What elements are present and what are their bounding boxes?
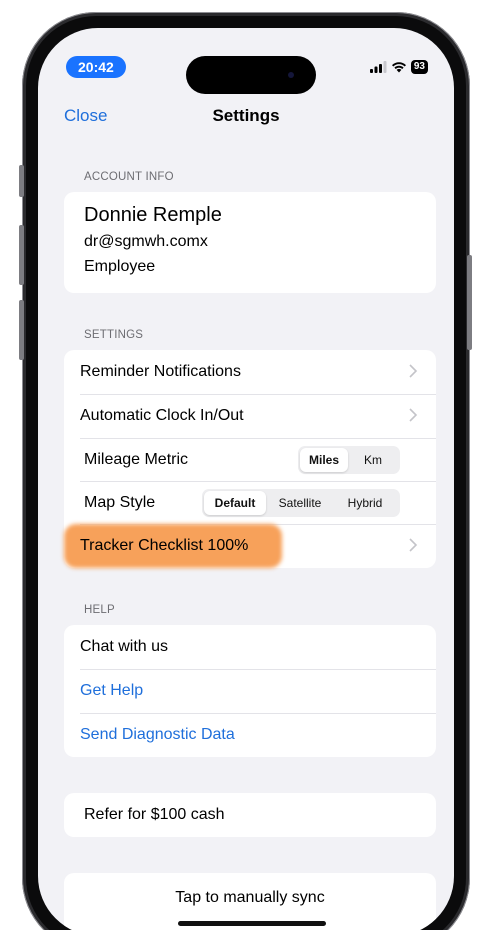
home-indicator [178, 921, 326, 926]
tracker-checklist-label: Tracker Checklist 100% [80, 537, 249, 554]
account-email: dr@sgmwh.comx [84, 233, 208, 250]
map-style-row: Map Style Default Satellite Hybrid [64, 481, 436, 525]
map-style-segmented-control: Default Satellite Hybrid [202, 489, 400, 517]
power-button [467, 255, 472, 350]
refer-label: Refer for $100 cash [84, 806, 225, 823]
manual-sync-button[interactable]: Tap to manually sync [64, 889, 436, 907]
account-role: Employee [84, 258, 156, 275]
action-button [19, 165, 24, 197]
automatic-clock-row[interactable]: Automatic Clock In/Out [64, 394, 436, 438]
mileage-option-miles[interactable]: Miles [300, 448, 348, 472]
volume-down-button [19, 300, 24, 360]
reminder-notifications-row[interactable]: Reminder Notifications [64, 350, 436, 394]
chat-with-us-label: Chat with us [80, 638, 169, 655]
map-style-option-default[interactable]: Default [204, 491, 266, 515]
help-card: Chat with us Get Help Send Diagnostic Da… [64, 625, 436, 757]
reminder-notifications-label: Reminder Notifications [80, 363, 241, 380]
chevron-right-icon [409, 408, 418, 422]
wifi-icon [391, 62, 406, 73]
get-help-row[interactable]: Get Help [64, 669, 436, 713]
mileage-segmented-control: Miles Km [298, 446, 400, 474]
map-style-option-satellite[interactable]: Satellite [266, 491, 334, 515]
tracker-checklist-row[interactable]: Tracker Checklist 100% [64, 524, 436, 568]
account-name: Donnie Remple [84, 204, 222, 226]
battery-icon: 93 [410, 60, 428, 74]
refer-row[interactable]: Refer for $100 cash [64, 793, 436, 837]
close-button[interactable]: Close [64, 106, 107, 126]
phone-screen: 20:42 93 Settings Close ACCOUNT INFO Don… [38, 28, 454, 930]
camera-dot [288, 72, 294, 78]
chevron-right-icon [409, 538, 418, 552]
mileage-option-km[interactable]: Km [348, 448, 398, 472]
get-help-link[interactable]: Get Help [80, 682, 143, 700]
send-diagnostic-link[interactable]: Send Diagnostic Data [80, 726, 235, 744]
mileage-metric-row: Mileage Metric Miles Km [64, 438, 436, 482]
phone-frame: 20:42 93 Settings Close ACCOUNT INFO Don… [22, 12, 470, 930]
account-section-header: ACCOUNT INFO [84, 171, 174, 183]
settings-card: Reminder Notifications Automatic Clock I… [64, 350, 436, 568]
chevron-right-icon [409, 364, 418, 378]
signal-icon [369, 61, 387, 73]
help-section-header: HELP [84, 604, 115, 616]
map-style-label: Map Style [84, 494, 156, 511]
map-style-option-hybrid[interactable]: Hybrid [334, 491, 396, 515]
volume-up-button [19, 225, 24, 285]
send-diagnostic-row[interactable]: Send Diagnostic Data [64, 713, 436, 757]
refer-card[interactable]: Refer for $100 cash [64, 793, 436, 837]
dynamic-island [186, 56, 316, 94]
account-card: Donnie Remple dr@sgmwh.comx Employee [64, 192, 436, 293]
phone-bezel: 20:42 93 Settings Close ACCOUNT INFO Don… [26, 16, 466, 930]
settings-section-header: SETTINGS [84, 329, 144, 341]
status-time-pill: 20:42 [66, 56, 126, 78]
mileage-metric-label: Mileage Metric [84, 451, 189, 468]
status-icons: 93 [369, 60, 428, 74]
chat-with-us-row[interactable]: Chat with us [64, 625, 436, 669]
automatic-clock-label: Automatic Clock In/Out [80, 407, 244, 424]
